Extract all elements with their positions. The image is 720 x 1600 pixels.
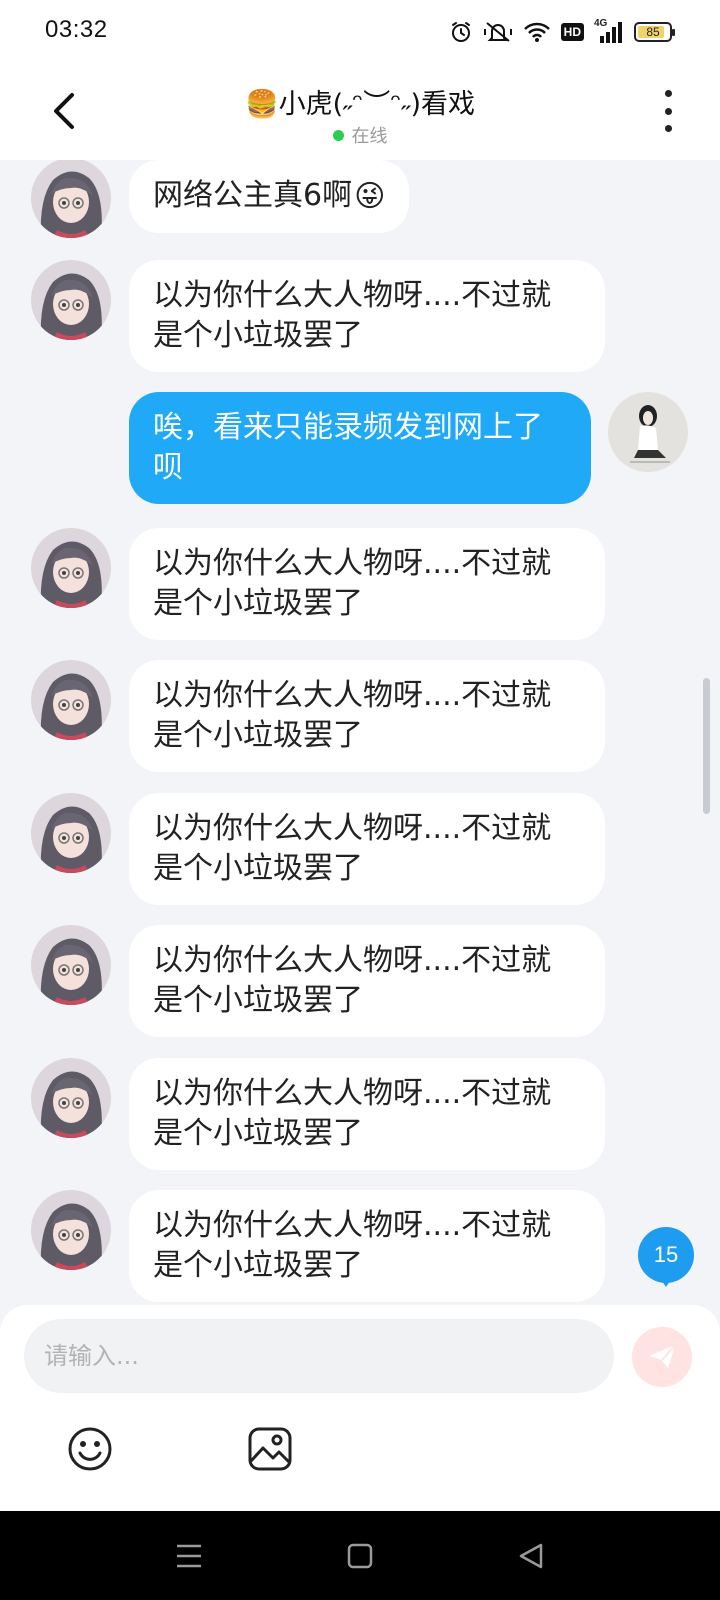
- contact-avatar[interactable]: [31, 160, 111, 238]
- message-bubble[interactable]: 唉，看来只能录频发到网上了呗: [129, 392, 591, 504]
- online-status-label: 在线: [351, 126, 388, 147]
- wifi-icon: [523, 22, 550, 42]
- contact-avatar[interactable]: [31, 528, 111, 608]
- status-icons: HD 4G 85: [449, 18, 675, 46]
- message-text: 以为你什么大人物呀....不过就是个小垃圾罢了: [153, 678, 552, 753]
- message-bubble[interactable]: 网络公主真6啊😜: [129, 160, 410, 233]
- contact-avatar[interactable]: [31, 660, 111, 740]
- message-bubble[interactable]: 以为你什么大人物呀....不过就是个小垃圾罢了: [129, 660, 605, 772]
- message-text: 唉，看来只能录频发到网上了呗: [153, 410, 543, 485]
- more-options-button[interactable]: [656, 90, 680, 132]
- message-text: 以为你什么大人物呀....不过就是个小垃圾罢了: [153, 1208, 552, 1283]
- message-text: 以为你什么大人物呀....不过就是个小垃圾罢了: [153, 811, 552, 886]
- winking-tongue-emoji-icon: 😜: [354, 178, 386, 214]
- contact-avatar[interactable]: [31, 1190, 111, 1270]
- message-text: 网络公主真6啊: [153, 178, 353, 213]
- chat-messages[interactable]: 网络公主真6啊😜 以为你什么大人物呀....不过就是个小垃圾罢了 唉，看来只能录频发…: [0, 160, 720, 1306]
- online-status: 在线: [0, 122, 720, 148]
- nav-home-button[interactable]: [345, 1541, 375, 1571]
- emoji-smile-icon: [68, 1427, 112, 1471]
- scrollbar[interactable]: [703, 678, 710, 814]
- signal-4g-icon: 4G: [594, 18, 624, 44]
- send-icon: [649, 1344, 676, 1369]
- image-button[interactable]: [246, 1425, 294, 1473]
- more-vertical-icon: [664, 90, 672, 97]
- battery-icon: 85: [634, 22, 675, 42]
- message-bubble[interactable]: 以为你什么大人物呀....不过就是个小垃圾罢了: [129, 793, 605, 905]
- menu-icon: [177, 1544, 201, 1568]
- message-text: 以为你什么大人物呀....不过就是个小垃圾罢了: [153, 278, 552, 353]
- more-dot: [664, 107, 672, 115]
- message-bubble[interactable]: 以为你什么大人物呀....不过就是个小垃圾罢了: [129, 925, 605, 1037]
- message-text: 以为你什么大人物呀....不过就是个小垃圾罢了: [153, 546, 552, 621]
- back-triangle-icon: [519, 1543, 543, 1569]
- alarm-icon: [451, 22, 470, 42]
- hd-icon: HD: [560, 23, 584, 41]
- image-icon: [248, 1427, 292, 1471]
- home-square-icon: [347, 1543, 373, 1569]
- contact-avatar[interactable]: [31, 1058, 111, 1138]
- chat-title: 🍔小虎(˶ᵔ︶ᵔ˶)看戏: [244, 89, 475, 120]
- message-bubble[interactable]: 以为你什么大人物呀....不过就是个小垃圾罢了: [129, 1190, 605, 1302]
- badge-tail: [658, 1275, 674, 1287]
- input-panel: [0, 1305, 720, 1511]
- silent-vibrate-icon: [483, 22, 512, 42]
- contact-avatar[interactable]: [31, 793, 111, 873]
- emoji-button[interactable]: [66, 1425, 114, 1473]
- chat-header: 🍔小虎(˶ᵔ︶ᵔ˶)看戏 在线: [0, 62, 720, 160]
- online-dot: [332, 129, 344, 141]
- message-bubble[interactable]: 以为你什么大人物呀....不过就是个小垃圾罢了: [129, 1058, 605, 1170]
- status-time: 03:32: [45, 16, 108, 43]
- message-bubble[interactable]: 以为你什么大人物呀....不过就是个小垃圾罢了: [129, 528, 605, 640]
- message-bubble[interactable]: 以为你什么大人物呀....不过就是个小垃圾罢了: [129, 260, 605, 372]
- contact-avatar[interactable]: [31, 260, 111, 340]
- nav-menu-button[interactable]: [174, 1541, 204, 1571]
- message-text: 以为你什么大人物呀....不过就是个小垃圾罢了: [153, 943, 552, 1018]
- system-nav-bar: [0, 1511, 720, 1600]
- message-input[interactable]: [24, 1319, 614, 1393]
- battery-level: 85: [646, 25, 660, 39]
- status-bar: 03:32 HD 4G 85: [0, 0, 720, 62]
- my-avatar[interactable]: [608, 392, 688, 472]
- contact-avatar[interactable]: [31, 925, 111, 1005]
- unread-count-badge[interactable]: 15: [638, 1227, 694, 1287]
- nav-back-button[interactable]: [516, 1541, 546, 1571]
- more-dot: [664, 125, 672, 132]
- send-button[interactable]: [632, 1327, 692, 1387]
- message-text: 以为你什么大人物呀....不过就是个小垃圾罢了: [153, 1076, 552, 1151]
